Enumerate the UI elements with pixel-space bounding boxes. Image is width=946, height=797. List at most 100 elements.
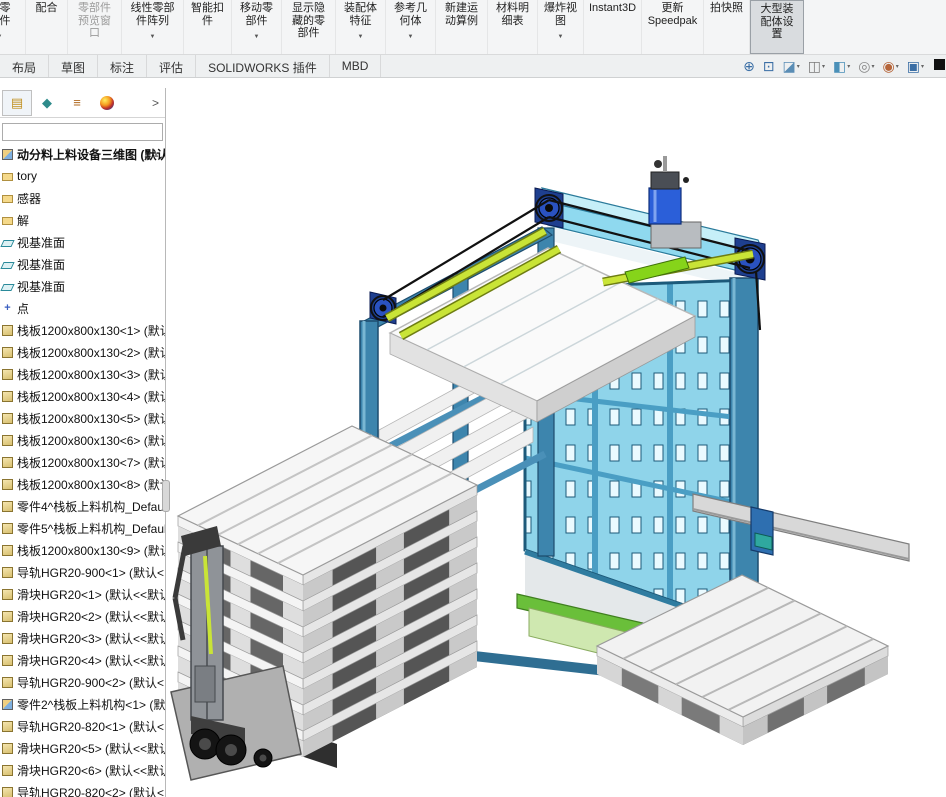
section-view-icon[interactable]: ◪▾ xyxy=(779,56,804,77)
part-icon xyxy=(2,677,13,688)
tree-item[interactable]: 栈板1200x800x130<9> (默认 xyxy=(0,539,165,561)
tree-item[interactable]: 视基准面 xyxy=(0,275,165,297)
dropdown-arrow-icon[interactable]: ▾ xyxy=(847,63,850,70)
tree-item[interactable]: 零件2^栈板上料机构<1> (默 xyxy=(0,693,165,715)
view-settings-icon[interactable]: ▣▾ xyxy=(903,56,928,77)
command-tab-2[interactable]: 草图 xyxy=(49,55,98,77)
dropdown-arrow-icon[interactable]: ▾ xyxy=(797,63,800,70)
tree-item[interactable]: 导轨HGR20-900<2> (默认< xyxy=(0,671,165,693)
ribbon-button-smart-fasteners[interactable]: 智能扣件 xyxy=(184,0,232,54)
tree-item[interactable]: 解 xyxy=(0,209,165,231)
ribbon-button-exploded-view[interactable]: 爆炸视图▼ xyxy=(538,0,584,54)
tree-item[interactable]: tory xyxy=(0,165,165,187)
tree-filter xyxy=(2,122,163,141)
command-tab-1[interactable]: 布局 xyxy=(0,55,49,77)
configurationmanager-tab[interactable]: ≡ xyxy=(62,90,92,116)
tree-item[interactable]: 栈板1200x800x130<1> (默认 xyxy=(0,319,165,341)
tree-item[interactable]: 滑块HGR20<1> (默认<<默认 xyxy=(0,583,165,605)
zoom-area-icon: ⊡ xyxy=(763,58,775,75)
ribbon-button-new-motion-study[interactable]: 新建运动算例 xyxy=(436,0,488,54)
ribbon-button-large-assembly-settings[interactable]: 大型装配体设置 xyxy=(750,0,804,54)
tree-item[interactable]: 零件4^栈板上料机构_Default xyxy=(0,495,165,517)
tree-item[interactable]: 栈板1200x800x130<8> (默认 xyxy=(0,473,165,495)
ribbon-button-component-preview-window[interactable]: 零部件预览窗口 xyxy=(68,0,122,54)
dropdown-arrow-icon[interactable]: ▼ xyxy=(386,31,435,44)
tree-item-label: tory xyxy=(17,169,37,183)
ribbon-button-linear-component-pattern[interactable]: 线性零部件阵列▼ xyxy=(122,0,184,54)
collapsed-corner-button[interactable] xyxy=(934,59,945,70)
tree-item[interactable]: 动分料上料设备三维图 (默认·< xyxy=(0,143,165,165)
ribbon-button-reference-geometry[interactable]: 参考几何体▼ xyxy=(386,0,436,54)
dropdown-arrow-icon[interactable]: ▼ xyxy=(232,31,281,44)
tree-scroll-up-arrow[interactable]: ▲ xyxy=(152,150,160,159)
tree-item[interactable]: 感器 xyxy=(0,187,165,209)
command-tab-6[interactable]: MBD xyxy=(330,55,382,77)
tree-item[interactable]: 滑块HGR20<2> (默认<<默认 xyxy=(0,605,165,627)
display-style-icon: ◧ xyxy=(833,58,846,75)
tree-item[interactable]: 栈板1200x800x130<6> (默认 xyxy=(0,429,165,451)
dropdown-arrow-icon[interactable]: ▼ xyxy=(122,31,183,44)
tree-item[interactable]: 栈板1200x800x130<2> (默认 xyxy=(0,341,165,363)
ribbon-button-label: 配体设 xyxy=(751,16,803,29)
ribbon-button-label: 部件 xyxy=(0,15,25,28)
tree-item[interactable]: 视基准面 xyxy=(0,231,165,253)
dropdown-arrow-icon[interactable]: ▾ xyxy=(872,63,875,70)
tree-item-label: 点 xyxy=(17,300,29,317)
tree-item[interactable]: 栈板1200x800x130<5> (默认 xyxy=(0,407,165,429)
tree-item[interactable]: 视基准面 xyxy=(0,253,165,275)
propertymanager-tab[interactable]: ◆ xyxy=(32,90,62,116)
zoom-area-icon[interactable]: ⊡ xyxy=(759,56,779,77)
command-tab-3[interactable]: 标注 xyxy=(98,55,147,77)
dropdown-arrow-icon[interactable]: ▼ xyxy=(336,31,385,44)
dropdown-arrow-icon[interactable]: ▾ xyxy=(896,63,899,70)
tree-item-label: 栈板1200x800x130<4> (默认 xyxy=(17,388,165,405)
part-icon xyxy=(2,457,13,468)
tree-item[interactable]: 栈板1200x800x130<7> (默认 xyxy=(0,451,165,473)
panel-splitter-handle[interactable] xyxy=(162,480,170,512)
ribbon-button-bill-of-materials[interactable]: 材料明细表 xyxy=(488,0,538,54)
ribbon-button-instant3d[interactable]: Instant3D xyxy=(584,0,642,54)
ribbon-button-assembly-features[interactable]: 装配体特征▼ xyxy=(336,0,386,54)
ribbon-button-show-hidden-components[interactable]: 显示隐藏的零部件 xyxy=(282,0,336,54)
tree-item[interactable]: 滑块HGR20<3> (默认<<默认 xyxy=(0,627,165,649)
ribbon-button-label: 大型装 xyxy=(751,3,803,16)
command-tab-5[interactable]: SOLIDWORKS 插件 xyxy=(196,55,330,77)
zoom-fit-icon[interactable]: ⊕ xyxy=(739,56,759,77)
ribbon-button-update-speedpak[interactable]: 更新Speedpak xyxy=(642,0,704,54)
tree-item[interactable]: 零件5^栈板上料机构_Default xyxy=(0,517,165,539)
ribbon-button-take-snapshot[interactable]: 拍快照 xyxy=(704,0,750,54)
dropdown-arrow-icon[interactable]: ▼ xyxy=(538,31,583,44)
command-tab-4[interactable]: 评估 xyxy=(147,55,196,77)
tree-item[interactable]: 滑块HGR20<4> (默认<<默认 xyxy=(0,649,165,671)
dropdown-arrow-icon[interactable]: ▼ xyxy=(0,31,25,44)
tree-item[interactable]: 滑块HGR20<6> (默认<<默认 xyxy=(0,759,165,781)
ribbon-button-mate[interactable]: 配合 xyxy=(26,0,68,54)
ribbon-button-label: 置 xyxy=(751,28,803,41)
tree-item-label: 感器 xyxy=(17,190,41,207)
ribbon-button-label: 参考几 xyxy=(386,2,435,15)
dropdown-arrow-icon[interactable]: ▾ xyxy=(921,63,924,70)
tree-item[interactable]: 滑块HGR20<5> (默认<<默认 xyxy=(0,737,165,759)
tree-filter-input[interactable] xyxy=(2,123,163,141)
displaymanager-tab[interactable] xyxy=(92,90,122,116)
edit-appearance-icon[interactable]: ◉▾ xyxy=(879,56,903,77)
tree-item[interactable]: 导轨HGR20-900<1> (默认< xyxy=(0,561,165,583)
propertymanager-tab-icon: ◆ xyxy=(42,95,52,111)
tree-item[interactable]: 栈板1200x800x130<4> (默认 xyxy=(0,385,165,407)
tree-item[interactable]: 导轨HGR20-820<2> (默认< xyxy=(0,781,165,797)
view-settings-icon: ▣ xyxy=(907,58,920,75)
feature-manager-panel: ▤◆≡> 动分料上料设备三维图 (默认·<tory感器解视基准面视基准面视基准面… xyxy=(0,88,166,797)
model-3d-view xyxy=(165,78,946,797)
featuremanager-tab[interactable]: ▤ xyxy=(2,90,32,116)
ribbon-button-move-component[interactable]: 移动零部件▼ xyxy=(232,0,282,54)
ribbon-button-label: 移动零 xyxy=(232,2,281,15)
view-orientation-icon[interactable]: ◫▾ xyxy=(804,56,829,77)
panel-expand-arrow[interactable]: > xyxy=(152,96,159,110)
dropdown-arrow-icon[interactable]: ▾ xyxy=(822,63,825,70)
tree-item[interactable]: 栈板1200x800x130<3> (默认 xyxy=(0,363,165,385)
tree-item[interactable]: 导轨HGR20-820<1> (默认< xyxy=(0,715,165,737)
display-style-icon[interactable]: ◧▾ xyxy=(829,56,854,77)
hide-show-items-icon[interactable]: ◎▾ xyxy=(854,56,878,77)
ribbon-button-insert-components[interactable]: 入零部件▼ xyxy=(0,0,26,54)
tree-item[interactable]: +点 xyxy=(0,297,165,319)
